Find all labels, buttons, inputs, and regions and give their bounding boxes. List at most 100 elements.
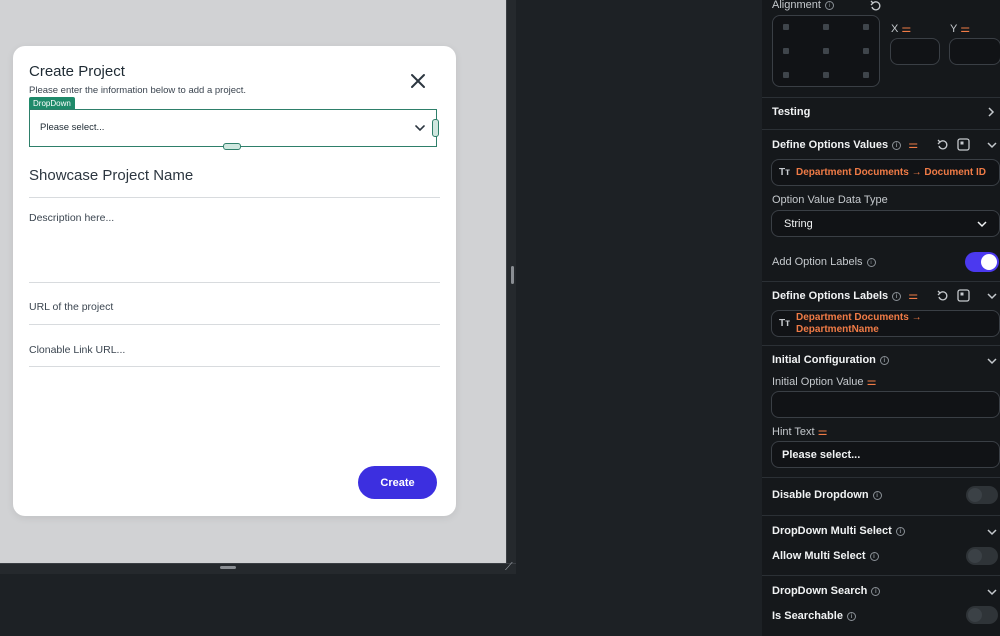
modal-title: Create Project xyxy=(29,63,125,80)
variable-icon[interactable]: ⚌ xyxy=(818,426,828,438)
add-option-labels-label: Add Option Labels i xyxy=(772,256,876,268)
divider xyxy=(29,282,440,283)
initial-option-value-label: Initial Option Value ⚌ xyxy=(772,376,877,388)
variable-icon[interactable]: ⚌ xyxy=(908,139,918,151)
description-input[interactable]: Description here... xyxy=(29,212,114,224)
properties-panel: Alignment i X ⚌ Y ⚌ Testing Define Option… xyxy=(762,0,1000,636)
chevron-down-icon[interactable] xyxy=(986,356,998,366)
hint-text-value: Please select... xyxy=(782,449,861,461)
project-name-input[interactable]: Showcase Project Name xyxy=(29,167,193,184)
info-icon: i xyxy=(846,612,856,621)
info-icon: i xyxy=(892,141,902,150)
dropdown-placeholder: Please select... xyxy=(40,122,105,133)
reset-icon[interactable] xyxy=(937,290,949,302)
disable-dropdown-toggle[interactable] xyxy=(966,486,998,504)
variable-icon[interactable]: ⚌ xyxy=(867,376,877,388)
variable-icon[interactable]: ⚌ xyxy=(960,23,970,35)
chevron-down-icon xyxy=(977,221,987,228)
define-options-values-heading: Define Options Values i ⚌ xyxy=(772,139,919,151)
chevron-down-icon[interactable] xyxy=(986,587,998,597)
reset-icon[interactable] xyxy=(870,0,882,12)
create-button[interactable]: Create xyxy=(358,466,437,499)
create-project-modal: Create Project Please enter the informat… xyxy=(13,46,456,516)
allow-multi-select-label: Allow Multi Select i xyxy=(772,550,879,562)
align-center-right[interactable] xyxy=(863,48,869,54)
separator xyxy=(762,281,1000,282)
multi-select-heading[interactable]: DropDown Multi Select i xyxy=(772,525,905,537)
testing-section-heading[interactable]: Testing xyxy=(772,106,810,118)
resize-handle-bottom[interactable] xyxy=(223,143,241,150)
chevron-down-icon[interactable] xyxy=(986,527,998,537)
is-searchable-label: Is Searchable i xyxy=(772,610,856,622)
disable-dropdown-label: Disable Dropdown i xyxy=(772,489,882,501)
chevron-down-icon[interactable] xyxy=(986,291,998,301)
separator xyxy=(762,129,1000,130)
is-searchable-toggle[interactable] xyxy=(966,606,998,624)
info-icon: i xyxy=(871,587,881,596)
hint-text-input[interactable]: Please select... xyxy=(771,441,1000,468)
add-option-labels-toggle[interactable] xyxy=(965,252,999,272)
option-value-data-type-select[interactable]: String xyxy=(771,210,1000,237)
project-dropdown[interactable]: Please select... xyxy=(29,109,437,147)
project-url-input[interactable]: URL of the project xyxy=(29,301,113,313)
initial-option-value-input[interactable] xyxy=(771,391,1000,418)
clonable-link-input[interactable]: Clonable Link URL... xyxy=(29,344,125,356)
reset-icon[interactable] xyxy=(937,139,949,151)
info-icon: i xyxy=(879,356,889,365)
close-icon[interactable] xyxy=(409,72,427,90)
separator xyxy=(762,345,1000,346)
code-expression-icon[interactable] xyxy=(957,138,970,151)
align-bottom-center[interactable] xyxy=(823,72,829,78)
y-label: Y ⚌ xyxy=(950,23,971,35)
design-canvas[interactable]: Create Project Please enter the informat… xyxy=(0,0,506,563)
info-icon: i xyxy=(869,552,879,561)
options-values-source: Department Documents → Document ID xyxy=(796,167,987,178)
separator xyxy=(762,477,1000,478)
align-top-left[interactable] xyxy=(783,24,789,30)
align-bottom-left[interactable] xyxy=(783,72,789,78)
allow-multi-select-toggle[interactable] xyxy=(966,547,998,565)
data-type-value: String xyxy=(784,218,813,230)
x-label: X ⚌ xyxy=(891,23,912,35)
align-top-center[interactable] xyxy=(823,24,829,30)
separator xyxy=(762,575,1000,576)
info-icon: i xyxy=(866,258,876,267)
code-expression-icon[interactable] xyxy=(957,289,970,302)
x-input[interactable] xyxy=(890,38,940,65)
separator xyxy=(762,97,1000,98)
info-icon: i xyxy=(895,527,905,536)
resize-corner-icon[interactable]: ⟋ xyxy=(505,561,513,574)
info-icon: i xyxy=(824,1,834,10)
align-top-right[interactable] xyxy=(863,24,869,30)
canvas-bottom-edge xyxy=(0,563,516,574)
align-center[interactable] xyxy=(823,48,829,54)
options-values-source-field[interactable]: Tт Department Documents → Document ID xyxy=(771,159,1000,186)
align-center-left[interactable] xyxy=(783,48,789,54)
chevron-right-icon[interactable] xyxy=(986,106,996,118)
separator xyxy=(762,515,1000,516)
y-input[interactable] xyxy=(949,38,1000,65)
hint-text-label: Hint Text ⚌ xyxy=(772,426,828,438)
modal-subtitle: Please enter the information below to ad… xyxy=(29,85,247,96)
align-bottom-right[interactable] xyxy=(863,72,869,78)
variable-icon[interactable]: ⚌ xyxy=(908,290,918,302)
divider xyxy=(29,197,440,198)
resize-handle-right[interactable] xyxy=(432,119,439,137)
define-options-labels-heading: Define Options Labels i ⚌ xyxy=(772,290,919,302)
chevron-down-icon xyxy=(415,125,425,132)
search-heading[interactable]: DropDown Search i xyxy=(772,585,881,597)
info-icon: i xyxy=(872,491,882,500)
options-labels-source-line1: Department Documents → xyxy=(796,312,922,323)
variable-icon[interactable]: ⚌ xyxy=(901,23,911,35)
canvas-resize-handle-bottom[interactable] xyxy=(220,566,236,569)
text-type-icon: Tт xyxy=(779,318,791,329)
alignment-label: Alignment i xyxy=(772,0,834,11)
canvas-resize-handle-right[interactable] xyxy=(511,266,514,284)
option-value-data-type-label: Option Value Data Type xyxy=(772,194,888,206)
chevron-down-icon[interactable] xyxy=(986,140,998,150)
options-labels-source-field[interactable]: Tт Department Documents → DepartmentName xyxy=(771,310,1000,337)
initial-configuration-heading[interactable]: Initial Configuration i xyxy=(772,354,889,366)
divider xyxy=(29,366,440,367)
alignment-grid[interactable] xyxy=(772,15,880,87)
text-type-icon: Tт xyxy=(779,167,791,178)
